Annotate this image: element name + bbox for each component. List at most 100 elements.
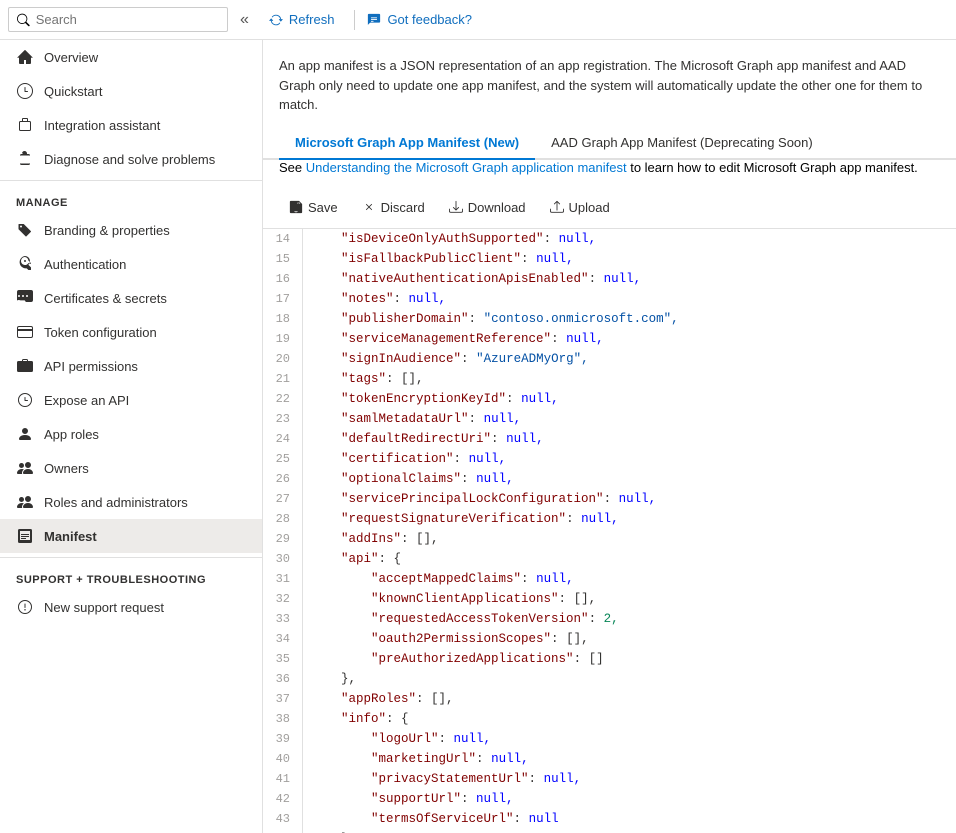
code-line: 18 "publisherDomain": "contoso.onmicroso…: [263, 309, 956, 329]
discard-button[interactable]: Discard: [352, 195, 435, 220]
code-line: 40 "marketingUrl": null,: [263, 749, 956, 769]
line-number: 44: [263, 829, 303, 833]
line-number: 25: [263, 449, 303, 469]
line-content: "serviceManagementReference": null,: [311, 329, 604, 349]
tab-graph-manifest[interactable]: Microsoft Graph App Manifest (New): [279, 127, 535, 160]
search-box[interactable]: [8, 7, 228, 32]
code-line: 17 "notes": null,: [263, 289, 956, 309]
sidebar-item-integration[interactable]: Integration assistant: [0, 108, 262, 142]
line-number: 28: [263, 509, 303, 529]
line-content: "nativeAuthenticationApisEnabled": null,: [311, 269, 641, 289]
line-number: 39: [263, 729, 303, 749]
refresh-button[interactable]: Refresh: [261, 8, 343, 31]
code-line: 14 "isDeviceOnlyAuthSupported": null,: [263, 229, 956, 249]
code-line: 21 "tags": [],: [263, 369, 956, 389]
search-input[interactable]: [36, 12, 219, 27]
line-number: 23: [263, 409, 303, 429]
manifest-toolbar: Save Discard Download Upload: [263, 187, 956, 229]
line-number: 15: [263, 249, 303, 269]
line-content: "knownClientApplications": [],: [311, 589, 596, 609]
owners-icon: [16, 459, 34, 477]
feedback-button[interactable]: Got feedback?: [367, 12, 472, 27]
sidebar-label-owners: Owners: [44, 461, 89, 476]
collapse-sidebar-button[interactable]: «: [240, 11, 249, 29]
line-number: 36: [263, 669, 303, 689]
code-line: 23 "samlMetadataUrl": null,: [263, 409, 956, 429]
roles-icon: [16, 493, 34, 511]
sidebar-item-certificates[interactable]: Certificates & secrets: [0, 281, 262, 315]
manifest-link[interactable]: Understanding the Microsoft Graph applic…: [306, 160, 627, 175]
code-line: 27 "servicePrincipalLockConfiguration": …: [263, 489, 956, 509]
main-layout: Overview Quickstart Integration assistan…: [0, 40, 956, 833]
sidebar-item-app-roles[interactable]: App roles: [0, 417, 262, 451]
sidebar-item-expose-api[interactable]: Expose an API: [0, 383, 262, 417]
code-line: 24 "defaultRedirectUri": null,: [263, 429, 956, 449]
code-line: 42 "supportUrl": null,: [263, 789, 956, 809]
support-section-label: Support + Troubleshooting: [0, 562, 262, 590]
sidebar-label-diagnose: Diagnose and solve problems: [44, 152, 215, 167]
line-content: "notes": null,: [311, 289, 446, 309]
sidebar-label-quickstart: Quickstart: [44, 84, 103, 99]
code-line: 32 "knownClientApplications": [],: [263, 589, 956, 609]
line-number: 30: [263, 549, 303, 569]
line-content: "optionalClaims": null,: [311, 469, 514, 489]
line-number: 32: [263, 589, 303, 609]
line-number: 40: [263, 749, 303, 769]
line-content: "publisherDomain": "contoso.onmicrosoft.…: [311, 309, 679, 329]
search-icon: [17, 13, 30, 27]
description-text: An app manifest is a JSON representation…: [279, 58, 922, 112]
code-line: 19 "serviceManagementReference": null,: [263, 329, 956, 349]
code-line: 36 },: [263, 669, 956, 689]
sidebar-label-app-roles: App roles: [44, 427, 99, 442]
sidebar-item-authentication[interactable]: Authentication: [0, 247, 262, 281]
diagnose-icon: [16, 150, 34, 168]
sidebar-item-roles-admins[interactable]: Roles and administrators: [0, 485, 262, 519]
line-content: },: [311, 669, 356, 689]
code-line: 43 "termsOfServiceUrl": null: [263, 809, 956, 829]
sidebar-item-overview[interactable]: Overview: [0, 40, 262, 74]
sidebar-item-branding[interactable]: Branding & properties: [0, 213, 262, 247]
line-content: "api": {: [311, 549, 401, 569]
code-line: 38 "info": {: [263, 709, 956, 729]
line-content: "requestedAccessTokenVersion": 2,: [311, 609, 619, 629]
line-number: 18: [263, 309, 303, 329]
code-line: 26 "optionalClaims": null,: [263, 469, 956, 489]
sidebar-item-owners[interactable]: Owners: [0, 451, 262, 485]
sidebar-item-diagnose[interactable]: Diagnose and solve problems: [0, 142, 262, 176]
main-content: An app manifest is a JSON representation…: [263, 40, 956, 833]
sidebar-label-api-permissions: API permissions: [44, 359, 138, 374]
feedback-label: Got feedback?: [387, 12, 472, 27]
line-number: 16: [263, 269, 303, 289]
manage-section-label: Manage: [0, 185, 262, 213]
line-number: 41: [263, 769, 303, 789]
line-number: 14: [263, 229, 303, 249]
line-number: 34: [263, 629, 303, 649]
branding-icon: [16, 221, 34, 239]
sidebar-item-manifest[interactable]: Manifest: [0, 519, 262, 553]
sidebar-item-new-support[interactable]: New support request: [0, 590, 262, 624]
download-button[interactable]: Download: [439, 195, 536, 220]
sidebar-item-api-permissions[interactable]: API permissions: [0, 349, 262, 383]
code-line: 30 "api": {: [263, 549, 956, 569]
sidebar-divider-1: [0, 180, 262, 181]
upload-button[interactable]: Upload: [540, 195, 620, 220]
download-icon: [449, 200, 463, 214]
line-number: 43: [263, 809, 303, 829]
sidebar-label-new-support: New support request: [44, 600, 164, 615]
line-content: "supportUrl": null,: [311, 789, 514, 809]
line-content: "acceptMappedClaims": null,: [311, 569, 574, 589]
save-button[interactable]: Save: [279, 195, 348, 220]
code-line: 31 "acceptMappedClaims": null,: [263, 569, 956, 589]
code-line: 25 "certification": null,: [263, 449, 956, 469]
sidebar-item-token[interactable]: Token configuration: [0, 315, 262, 349]
sidebar-label-roles-admins: Roles and administrators: [44, 495, 188, 510]
code-line: 15 "isFallbackPublicClient": null,: [263, 249, 956, 269]
line-number: 17: [263, 289, 303, 309]
code-editor[interactable]: 14 "isDeviceOnlyAuthSupported": null,15 …: [263, 229, 956, 833]
line-content: "isFallbackPublicClient": null,: [311, 249, 574, 269]
sidebar-label-branding: Branding & properties: [44, 223, 170, 238]
sidebar-item-quickstart[interactable]: Quickstart: [0, 74, 262, 108]
line-content: "signInAudience": "AzureADMyOrg",: [311, 349, 589, 369]
manifest-icon: [16, 527, 34, 545]
tab-aad-manifest[interactable]: AAD Graph App Manifest (Deprecating Soon…: [535, 127, 829, 160]
